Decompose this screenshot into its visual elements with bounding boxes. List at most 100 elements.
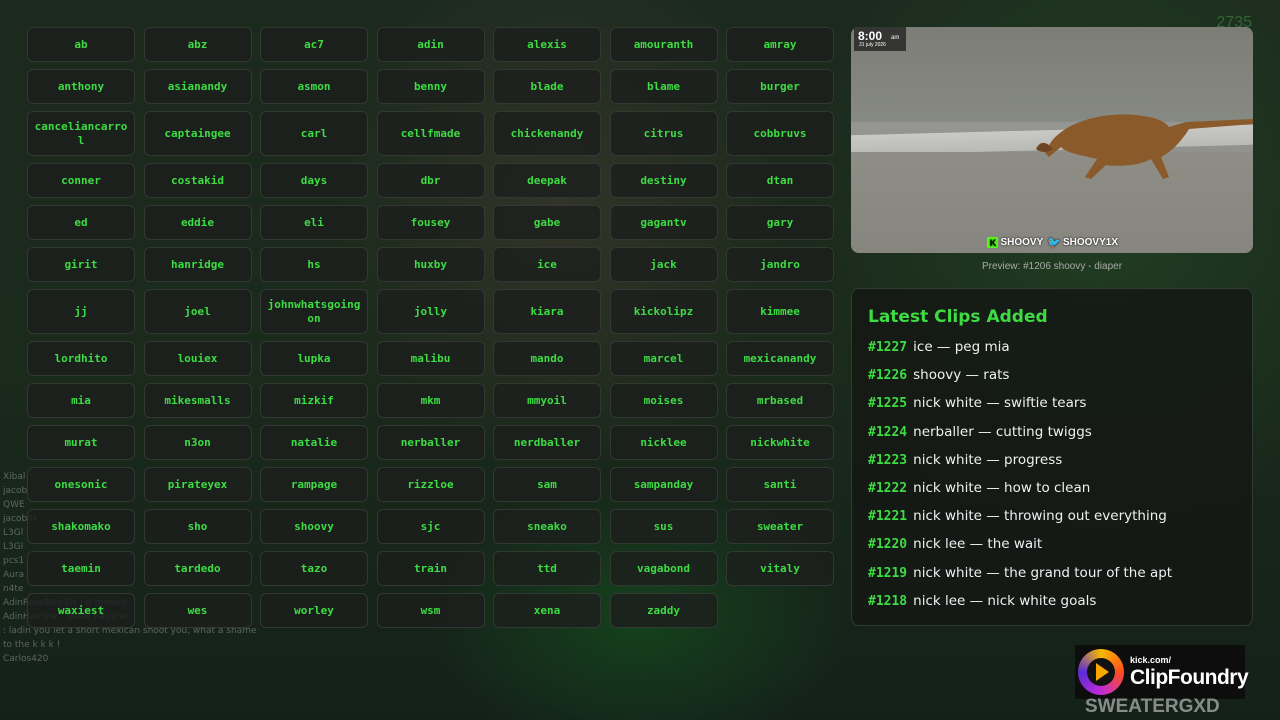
streamer-button[interactable]: blade (493, 69, 601, 104)
streamer-button[interactable]: sus (609, 509, 718, 544)
streamer-button[interactable]: jandro (726, 247, 834, 282)
streamer-button[interactable]: deepak (493, 163, 601, 198)
streamer-button[interactable]: nickwhite (726, 425, 834, 460)
streamer-button[interactable]: rampage (260, 467, 368, 502)
streamer-button[interactable]: sjc (376, 509, 485, 544)
streamer-button[interactable]: onesonic (27, 467, 135, 502)
streamer-button[interactable]: shakomako (27, 509, 135, 544)
streamer-button[interactable]: nerdballer (493, 425, 601, 460)
streamer-button[interactable]: huxby (376, 247, 485, 282)
streamer-button[interactable]: lordhito (27, 341, 135, 376)
streamer-button[interactable]: captaingee (143, 111, 252, 156)
streamer-button[interactable]: tardedo (143, 551, 252, 586)
clip-item[interactable]: #1218 nick lee — nick white goals (868, 591, 1172, 619)
clip-item[interactable]: #1222 nick white — how to clean (868, 478, 1172, 506)
streamer-button[interactable]: mizkif (260, 383, 368, 418)
clip-item[interactable]: #1227 ice — peg mia (868, 337, 1172, 365)
streamer-button[interactable]: cobbruvs (726, 111, 834, 156)
streamer-button[interactable]: zaddy (609, 593, 718, 628)
streamer-button[interactable]: nicklee (609, 425, 718, 460)
streamer-button[interactable]: taemin (27, 551, 135, 586)
streamer-button[interactable]: tazo (260, 551, 368, 586)
streamer-button[interactable]: jolly (376, 289, 485, 334)
streamer-button[interactable]: n3on (143, 425, 252, 460)
streamer-button[interactable]: abz (143, 27, 252, 62)
streamer-button[interactable]: sweater (726, 509, 834, 544)
streamer-button[interactable]: sam (493, 467, 601, 502)
streamer-button[interactable]: hanridge (143, 247, 252, 282)
streamer-button[interactable]: murat (27, 425, 135, 460)
streamer-button[interactable]: johnwhatsgoingon (260, 289, 368, 334)
streamer-button[interactable]: adin (376, 27, 485, 62)
streamer-button[interactable]: days (260, 163, 368, 198)
streamer-button[interactable]: chickenandy (493, 111, 601, 156)
streamer-button[interactable]: joel (143, 289, 252, 334)
streamer-button[interactable]: canceliancarrol (27, 111, 135, 156)
streamer-button[interactable]: ac7 (260, 27, 368, 62)
streamer-button[interactable]: wsm (376, 593, 485, 628)
streamer-button[interactable]: louiex (143, 341, 252, 376)
streamer-button[interactable]: waxiest (27, 593, 135, 628)
streamer-button[interactable]: burger (726, 69, 834, 104)
streamer-button[interactable]: eddie (143, 205, 252, 240)
streamer-button[interactable]: cellfmade (376, 111, 485, 156)
streamer-button[interactable]: jj (27, 289, 135, 334)
streamer-button[interactable]: hs (260, 247, 368, 282)
streamer-button[interactable]: gagantv (609, 205, 718, 240)
streamer-button[interactable]: ice (493, 247, 601, 282)
streamer-button[interactable]: santi (726, 467, 834, 502)
streamer-button[interactable]: kimmee (726, 289, 834, 334)
streamer-button[interactable]: mando (493, 341, 601, 376)
streamer-button[interactable]: wes (143, 593, 252, 628)
streamer-button[interactable]: girit (27, 247, 135, 282)
clip-item[interactable]: #1226 shoovy — rats (868, 365, 1172, 393)
streamer-button[interactable]: shoovy (260, 509, 368, 544)
streamer-button[interactable]: nerballer (376, 425, 485, 460)
streamer-button[interactable]: eli (260, 205, 368, 240)
streamer-button[interactable]: pirateyex (143, 467, 252, 502)
streamer-button[interactable]: worley (260, 593, 368, 628)
streamer-button[interactable]: rizzloe (376, 467, 485, 502)
streamer-button[interactable]: blame (609, 69, 718, 104)
streamer-button[interactable]: carl (260, 111, 368, 156)
clip-preview[interactable]: 8:00 am 31 july 2026 K SHOOVY 🐦 SHOOVY1X (851, 27, 1253, 253)
streamer-button[interactable]: jack (609, 247, 718, 282)
streamer-button[interactable]: alexis (493, 27, 601, 62)
streamer-button[interactable]: citrus (609, 111, 718, 156)
streamer-button[interactable]: mmyoil (493, 383, 601, 418)
streamer-button[interactable]: asmon (260, 69, 368, 104)
streamer-button[interactable]: dtan (726, 163, 834, 198)
streamer-button[interactable]: amray (726, 27, 834, 62)
streamer-button[interactable]: anthony (27, 69, 135, 104)
streamer-button[interactable]: ed (27, 205, 135, 240)
streamer-button[interactable]: moises (609, 383, 718, 418)
streamer-button[interactable]: fousey (376, 205, 485, 240)
streamer-button[interactable]: malibu (376, 341, 485, 376)
streamer-button[interactable]: mikesmalls (143, 383, 252, 418)
streamer-button[interactable]: sneako (493, 509, 601, 544)
streamer-button[interactable]: vitaly (726, 551, 834, 586)
streamer-button[interactable]: kiara (493, 289, 601, 334)
streamer-button[interactable]: xena (493, 593, 601, 628)
clip-item[interactable]: #1223 nick white — progress (868, 450, 1172, 478)
streamer-button[interactable]: benny (376, 69, 485, 104)
streamer-button[interactable]: ab (27, 27, 135, 62)
streamer-button[interactable]: sho (143, 509, 252, 544)
streamer-button[interactable]: train (376, 551, 485, 586)
streamer-button[interactable]: gary (726, 205, 834, 240)
streamer-button[interactable]: marcel (609, 341, 718, 376)
clip-item[interactable]: #1221 nick white — throwing out everythin… (868, 506, 1172, 534)
streamer-button[interactable]: mia (27, 383, 135, 418)
streamer-button[interactable]: conner (27, 163, 135, 198)
streamer-button[interactable]: costakid (143, 163, 252, 198)
streamer-button[interactable]: kickolipz (609, 289, 718, 334)
streamer-button[interactable]: sampanday (609, 467, 718, 502)
streamer-button[interactable]: mrbased (726, 383, 834, 418)
clip-item[interactable]: #1225 nick white — swiftie tears (868, 393, 1172, 421)
streamer-button[interactable]: asianandy (143, 69, 252, 104)
clip-item[interactable]: #1224 nerballer — cutting twiggs (868, 422, 1172, 450)
clip-item[interactable]: #1219 nick white — the grand tour of the … (868, 563, 1172, 591)
streamer-button[interactable]: ttd (493, 551, 601, 586)
streamer-button[interactable]: dbr (376, 163, 485, 198)
streamer-button[interactable]: natalie (260, 425, 368, 460)
